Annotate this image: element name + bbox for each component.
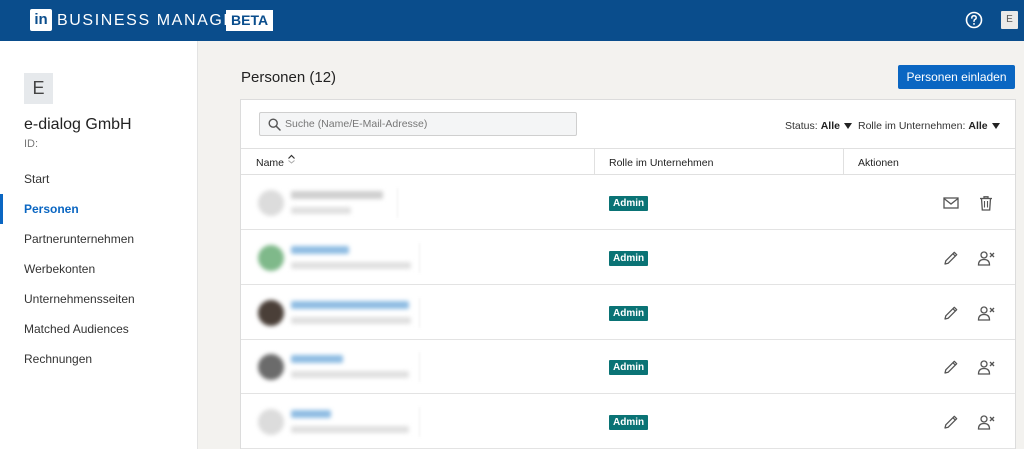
status-filter-value: Alle [820,120,840,132]
page-title: Personen (12) [241,69,337,86]
trash-icon[interactable] [977,194,995,212]
role-filter[interactable]: Rolle im Unternehmen: Alle [858,120,1000,132]
people-panel: Status: Alle Rolle im Unternehmen: Alle … [240,99,1016,449]
user-avatar[interactable]: E [1001,11,1018,29]
company-id: ID: [24,138,39,150]
remove-user-icon[interactable] [977,358,995,376]
status-filter[interactable]: Status: Alle [785,120,852,132]
pencil-icon[interactable] [942,358,960,376]
role-badge: Admin [609,196,649,211]
person-detail-redacted [291,426,409,433]
row-divider [397,188,398,218]
avatar [258,409,284,435]
remove-user-icon[interactable] [977,304,995,322]
invite-people-button[interactable]: Personen einladen [898,65,1015,89]
column-header-name[interactable]: Name [256,157,284,169]
column-header-role: Rolle im Unternehmen [609,157,714,169]
role-filter-value: Alle [968,120,988,132]
company-logo: E [24,73,53,104]
role-badge: Admin [609,251,649,266]
remove-user-icon[interactable] [977,413,995,431]
role-badge: Admin [609,415,649,430]
table-row: Admin [241,176,1015,230]
pencil-icon[interactable] [942,413,960,431]
person-name-redacted [291,246,349,254]
remove-user-icon[interactable] [977,249,995,267]
table-row: Admin [241,340,1015,394]
column-header-actions: Aktionen [858,157,899,169]
person-detail-redacted [291,262,411,269]
role-badge: Admin [609,360,649,375]
avatar [258,245,284,271]
status-filter-label: Status: [785,120,818,132]
caret-down-icon [991,123,1000,129]
person-detail-redacted [291,317,411,324]
search-input[interactable] [285,115,570,133]
pencil-icon[interactable] [942,304,960,322]
sidebar-item-start[interactable]: Start [0,164,198,194]
person-name-redacted [291,410,331,418]
sidebar-item-werbekonten[interactable]: Werbekonten [0,254,198,284]
sort-icon[interactable] [287,154,296,164]
sidebar: E e-dialog GmbH ID: Start Personen Partn… [0,41,198,449]
table-header: Name Rolle im Unternehmen Aktionen [241,148,1015,175]
sidebar-item-unternehmensseiten[interactable]: Unternehmensseiten [0,284,198,314]
sidebar-item-personen[interactable]: Personen [0,194,198,224]
search-box[interactable] [259,112,577,136]
sidebar-nav: Start Personen Partnerunternehmen Werbek… [0,164,198,374]
avatar [258,300,284,326]
column-divider [843,149,844,174]
search-icon [268,118,281,131]
person-detail-redacted [291,371,409,378]
row-divider [419,243,420,273]
row-divider [419,352,420,382]
table-row: Admin [241,395,1015,449]
person-detail-redacted [291,207,351,214]
pencil-icon[interactable] [942,249,960,267]
person-name-redacted [291,301,409,309]
sidebar-item-rechnungen[interactable]: Rechnungen [0,344,198,374]
linkedin-logo[interactable]: in [30,9,52,31]
row-divider [419,298,420,328]
table-row: Admin [241,231,1015,285]
row-divider [419,407,420,437]
person-name-redacted [291,191,383,199]
avatar [258,354,284,380]
question-circle-icon[interactable] [965,11,983,29]
table-row: Admin [241,286,1015,340]
product-name: BUSINESS MANAGER [57,12,249,29]
sidebar-item-matched-audiences[interactable]: Matched Audiences [0,314,198,344]
company-name: e-dialog GmbH [24,116,132,133]
beta-badge: BETA [226,10,274,31]
role-filter-label: Rolle im Unternehmen: [858,120,966,132]
role-badge: Admin [609,306,649,321]
top-bar: in BUSINESS MANAGER BETA E [0,0,1024,41]
mail-icon[interactable] [942,194,960,212]
column-divider [594,149,595,174]
avatar [258,190,284,216]
person-name-redacted [291,355,343,363]
sidebar-item-partnerunternehmen[interactable]: Partnerunternehmen [0,224,198,254]
caret-down-icon [843,123,852,129]
